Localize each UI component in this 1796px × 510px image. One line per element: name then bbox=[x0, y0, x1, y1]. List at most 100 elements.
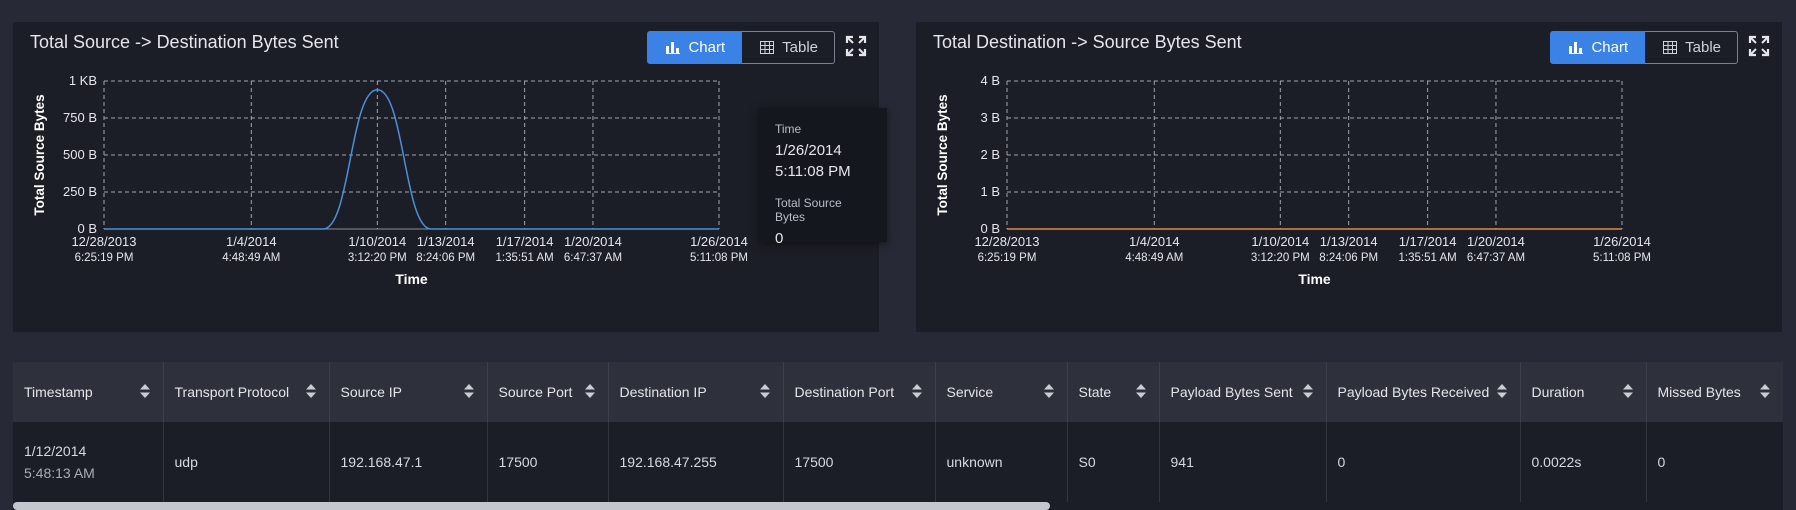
cell-missed-bytes: 0 bbox=[1646, 422, 1783, 502]
y-tick-label: 500 B bbox=[63, 147, 97, 162]
x-tick-time: 8:24:06 PM bbox=[416, 252, 475, 264]
x-axis-title: Time bbox=[1298, 271, 1331, 287]
x-tick-time: 6:47:37 AM bbox=[1467, 252, 1525, 264]
column-header[interactable]: Duration bbox=[1520, 362, 1647, 422]
x-tick-date: 1/26/2014 bbox=[690, 234, 748, 249]
x-tick-time: 4:48:49 AM bbox=[1125, 252, 1183, 264]
sort-icon[interactable] bbox=[1496, 384, 1507, 398]
column-header-label: Transport Protocol bbox=[174, 384, 290, 400]
x-tick-date: 1/10/2014 bbox=[348, 234, 406, 249]
column-header-label: Duration bbox=[1531, 384, 1585, 400]
table-row[interactable]: 1/12/2014 5:48:13 AM udp 192.168.47.1 17500 1… bbox=[13, 422, 1783, 502]
sort-icon[interactable] bbox=[1622, 384, 1633, 398]
sort-icon[interactable] bbox=[759, 384, 770, 398]
x-tick-date: 12/28/2013 bbox=[974, 234, 1039, 249]
column-header-label: Timestamp bbox=[24, 384, 93, 400]
tooltip-value: 0 bbox=[775, 230, 784, 247]
y-tick-label: 1 KB bbox=[69, 73, 97, 88]
column-header-label: Source IP bbox=[340, 384, 402, 400]
x-tick-date: 1/20/2014 bbox=[564, 234, 622, 249]
cell-service: unknown bbox=[935, 422, 1068, 502]
y-axis-title: Total Source Bytes bbox=[32, 94, 47, 215]
sort-icon[interactable] bbox=[1135, 384, 1146, 398]
x-tick-date: 1/20/2014 bbox=[1467, 234, 1525, 249]
sort-icon[interactable] bbox=[463, 384, 474, 398]
column-header-label: Payload Bytes Received bbox=[1337, 384, 1490, 400]
y-tick-label: 250 B bbox=[63, 184, 97, 199]
x-tick-date: 1/13/2014 bbox=[417, 234, 475, 249]
x-tick-date: 1/4/2014 bbox=[1129, 234, 1180, 249]
cell-source-port: 17500 bbox=[487, 422, 609, 502]
column-header-label: Destination IP bbox=[619, 384, 707, 400]
x-tick-time: 4:48:49 AM bbox=[222, 252, 280, 264]
column-header[interactable]: State bbox=[1067, 362, 1160, 422]
table-header-row: Timestamp Transport Protocol Source IP Sour… bbox=[13, 362, 1783, 422]
x-tick-time: 5:11:08 PM bbox=[1593, 252, 1651, 264]
x-tick-time: 3:12:20 PM bbox=[1251, 252, 1310, 264]
column-header[interactable]: Source IP bbox=[329, 362, 488, 422]
x-tick-date: 12/28/2013 bbox=[71, 234, 136, 249]
x-tick-time: 5:11:08 PM bbox=[690, 252, 748, 264]
column-header-label: State bbox=[1078, 384, 1112, 400]
cell-source-ip: 192.168.47.1 bbox=[329, 422, 488, 502]
x-tick-date: 1/17/2014 bbox=[1399, 234, 1457, 249]
column-header[interactable]: Service bbox=[935, 362, 1068, 422]
horizontal-scrollbar[interactable] bbox=[13, 502, 1050, 510]
sort-icon[interactable] bbox=[1043, 384, 1054, 398]
column-header-label: Service bbox=[946, 384, 994, 400]
tooltip-time-date: 1/26/2014 bbox=[775, 142, 842, 159]
chart-tooltip: Time 1/26/2014 5:11:08 PM Total Source B… bbox=[759, 108, 887, 247]
timestamp-date: 1/12/2014 bbox=[24, 443, 87, 459]
sort-icon[interactable] bbox=[911, 384, 922, 398]
table-body: 1/12/2014 5:48:13 AM udp 192.168.47.1 17500 1… bbox=[13, 422, 1783, 502]
cell-transport-protocol: udp bbox=[163, 422, 330, 502]
sort-icon[interactable] bbox=[584, 384, 595, 398]
cell-destination-port: 17500 bbox=[783, 422, 936, 502]
column-header[interactable]: Transport Protocol bbox=[163, 362, 330, 422]
y-tick-label: 4 B bbox=[980, 73, 1000, 88]
column-header[interactable]: Destination Port bbox=[783, 362, 936, 422]
y-axis-title: Total Source Bytes bbox=[935, 94, 950, 215]
column-header-label: Destination Port bbox=[794, 384, 895, 400]
line-chart: 0 B250 B500 B750 B1 KB12/28/20136:25:19 … bbox=[32, 73, 748, 287]
column-header[interactable]: Payload Bytes Sent bbox=[1159, 362, 1327, 422]
connections-table: Timestamp Transport Protocol Source IP Sour… bbox=[13, 362, 1783, 510]
x-axis-title: Time bbox=[395, 271, 428, 287]
timestamp-time: 5:48:13 AM bbox=[24, 465, 95, 481]
y-tick-label: 3 B bbox=[980, 110, 1000, 125]
cell-timestamp: 1/12/2014 5:48:13 AM bbox=[13, 422, 164, 502]
column-header[interactable]: Source Port bbox=[487, 362, 609, 422]
y-tick-label: 1 B bbox=[980, 184, 1000, 199]
x-tick-time: 3:12:20 PM bbox=[348, 252, 407, 264]
column-header[interactable]: Destination IP bbox=[608, 362, 784, 422]
x-tick-time: 1:35:51 AM bbox=[496, 252, 554, 264]
x-tick-date: 1/26/2014 bbox=[1593, 234, 1651, 249]
cell-state: S0 bbox=[1067, 422, 1160, 502]
x-tick-time: 6:25:19 PM bbox=[978, 252, 1037, 264]
cell-payload-bytes-received: 0 bbox=[1326, 422, 1521, 502]
column-header-label: Source Port bbox=[498, 384, 573, 400]
sort-icon[interactable] bbox=[1759, 384, 1770, 398]
sort-icon[interactable] bbox=[305, 384, 316, 398]
column-header[interactable]: Missed Bytes bbox=[1646, 362, 1783, 422]
column-header[interactable]: Timestamp bbox=[13, 362, 164, 422]
cell-payload-bytes-sent: 941 bbox=[1159, 422, 1327, 502]
x-tick-time: 8:24:06 PM bbox=[1319, 252, 1378, 264]
column-header-label: Missed Bytes bbox=[1657, 384, 1741, 400]
x-tick-date: 1/10/2014 bbox=[1251, 234, 1309, 249]
x-tick-date: 1/17/2014 bbox=[496, 234, 554, 249]
cell-duration: 0.0022s bbox=[1520, 422, 1647, 502]
y-tick-label: 750 B bbox=[63, 110, 97, 125]
series-line bbox=[103, 88, 719, 230]
chart-panel-source-to-destination: Total Source -> Destination Bytes Sent C… bbox=[13, 22, 887, 332]
column-header-label: Payload Bytes Sent bbox=[1170, 384, 1293, 400]
cell-destination-ip: 192.168.47.255 bbox=[608, 422, 784, 502]
tooltip-time-time: 5:11:08 PM bbox=[775, 163, 851, 180]
x-tick-date: 1/4/2014 bbox=[226, 234, 277, 249]
line-chart: 0 B1 B2 B3 B4 B12/28/20136:25:19 PM1/4/2… bbox=[935, 73, 1651, 287]
column-header[interactable]: Payload Bytes Received bbox=[1326, 362, 1521, 422]
sort-icon[interactable] bbox=[1302, 384, 1313, 398]
tooltip-value-label: Total Source Bytes bbox=[775, 196, 842, 224]
sort-icon[interactable] bbox=[139, 384, 150, 398]
x-tick-time: 1:35:51 AM bbox=[1399, 252, 1457, 264]
